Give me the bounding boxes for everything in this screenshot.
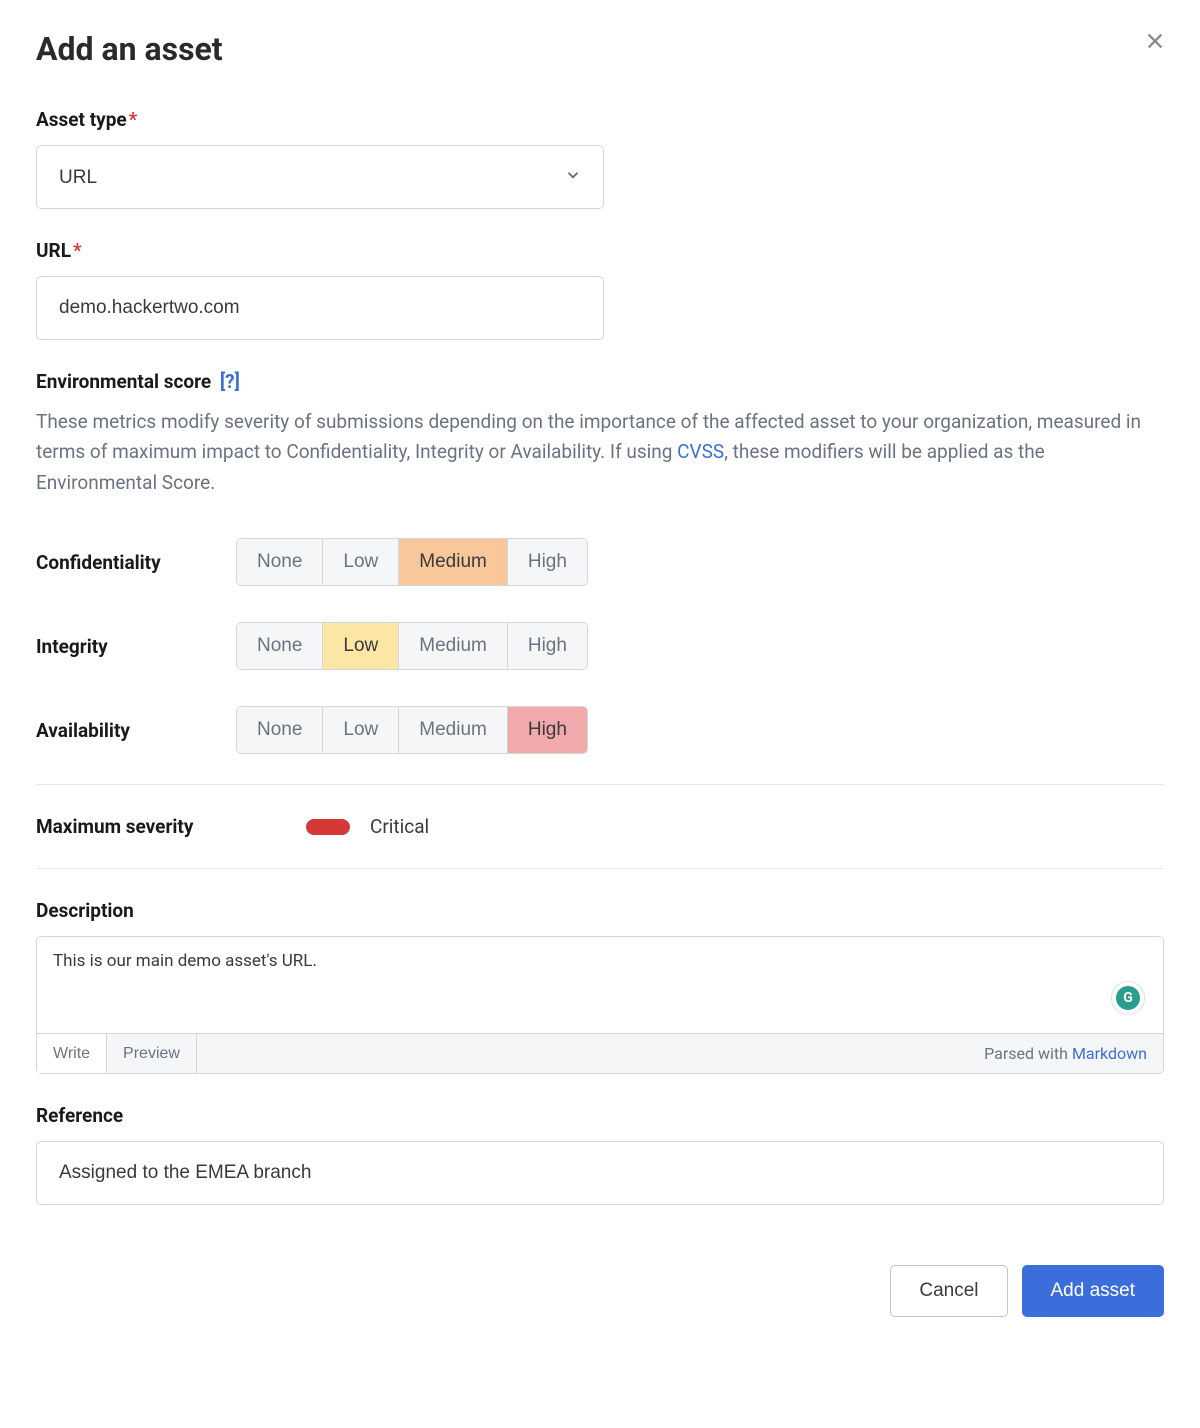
integrity-low[interactable]: Low xyxy=(323,623,399,669)
integrity-row: Integrity None Low Medium High xyxy=(36,622,1164,670)
required-indicator: * xyxy=(129,108,138,131)
description-label: Description xyxy=(36,899,1164,922)
required-indicator: * xyxy=(73,239,82,262)
confidentiality-none[interactable]: None xyxy=(237,539,323,585)
asset-type-group: Asset type* URL xyxy=(36,108,1164,209)
close-icon xyxy=(1144,40,1166,55)
integrity-toggle: None Low Medium High xyxy=(236,622,588,670)
help-link[interactable]: [?] xyxy=(220,370,240,393)
confidentiality-low[interactable]: Low xyxy=(323,539,399,585)
env-score-group: Environmental score [?] These metrics mo… xyxy=(36,370,1164,754)
integrity-none[interactable]: None xyxy=(237,623,323,669)
availability-none[interactable]: None xyxy=(237,707,323,753)
reference-label: Reference xyxy=(36,1104,1164,1127)
write-tab[interactable]: Write xyxy=(37,1034,107,1073)
confidentiality-row: Confidentiality None Low Medium High xyxy=(36,538,1164,586)
url-group: URL* xyxy=(36,239,1164,340)
availability-toggle: None Low Medium High xyxy=(236,706,588,754)
add-asset-button[interactable]: Add asset xyxy=(1022,1265,1165,1317)
description-textarea[interactable] xyxy=(37,937,1163,1029)
url-label: URL* xyxy=(36,239,1164,262)
availability-label: Availability xyxy=(36,719,236,742)
confidentiality-toggle: None Low Medium High xyxy=(236,538,588,586)
modal-title: Add an asset xyxy=(36,30,1164,68)
max-severity-row: Maximum severity Critical xyxy=(36,815,1164,838)
markdown-link[interactable]: Markdown xyxy=(1072,1044,1147,1063)
confidentiality-label: Confidentiality xyxy=(36,551,236,574)
reference-input[interactable] xyxy=(36,1141,1164,1205)
integrity-label: Integrity xyxy=(36,635,236,658)
max-severity-label: Maximum severity xyxy=(36,815,306,838)
reference-group: Reference xyxy=(36,1104,1164,1205)
asset-type-label: Asset type* xyxy=(36,108,1164,131)
asset-type-select[interactable]: URL xyxy=(36,145,604,209)
integrity-high[interactable]: High xyxy=(508,623,587,669)
availability-high[interactable]: High xyxy=(508,707,587,753)
description-group: Description G Write Preview Parsed with … xyxy=(36,899,1164,1074)
severity-pill-icon xyxy=(306,819,350,835)
close-button[interactable] xyxy=(1140,26,1170,59)
confidentiality-high[interactable]: High xyxy=(508,539,587,585)
confidentiality-medium[interactable]: Medium xyxy=(399,539,508,585)
divider xyxy=(36,868,1164,869)
preview-tab[interactable]: Preview xyxy=(107,1034,197,1073)
cvss-link[interactable]: CVSS xyxy=(677,440,724,463)
parsed-info: Parsed with Markdown xyxy=(968,1034,1163,1073)
availability-row: Availability None Low Medium High xyxy=(36,706,1164,754)
cancel-button[interactable]: Cancel xyxy=(890,1265,1007,1317)
divider xyxy=(36,784,1164,785)
grammarly-icon[interactable]: G xyxy=(1111,981,1145,1015)
availability-low[interactable]: Low xyxy=(323,707,399,753)
url-input[interactable] xyxy=(36,276,604,340)
integrity-medium[interactable]: Medium xyxy=(399,623,508,669)
add-asset-modal: Add an asset Asset type* URL URL* Enviro… xyxy=(0,0,1200,1353)
env-score-heading: Environmental score [?] xyxy=(36,370,1164,393)
footer-actions: Cancel Add asset xyxy=(36,1265,1164,1317)
env-score-description: These metrics modify severity of submiss… xyxy=(36,407,1164,498)
max-severity-value: Critical xyxy=(370,815,429,838)
availability-medium[interactable]: Medium xyxy=(399,707,508,753)
